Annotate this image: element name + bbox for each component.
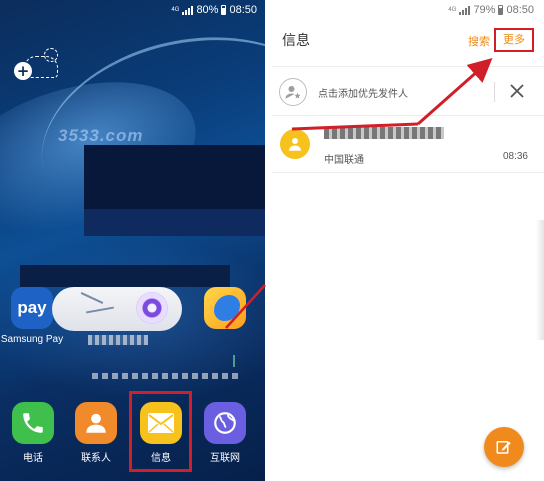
- messages-app: 4G 79% 08:50 信息 搜索 更多 点击添加优先发件人 中国联通 08:…: [272, 0, 544, 481]
- more-button[interactable]: 更多: [494, 28, 534, 52]
- app-bar: 信息 搜索 更多: [272, 20, 544, 60]
- globe-icon: [204, 402, 246, 444]
- redaction-bar: [84, 145, 265, 209]
- clock: 08:50: [506, 4, 534, 16]
- app-contacts[interactable]: 联系人: [66, 402, 126, 464]
- network-type: 4G: [171, 7, 180, 13]
- edge-panel-handle[interactable]: [536, 220, 544, 340]
- app-label: 电话: [23, 453, 43, 464]
- message-time: 08:36: [502, 151, 528, 162]
- compose-button[interactable]: [484, 427, 524, 467]
- page-indicator: [92, 373, 242, 379]
- battery-percent: 79%: [473, 4, 496, 16]
- clock-hand: [86, 306, 114, 314]
- signal-icon: [182, 5, 194, 15]
- app-label: 联系人: [81, 453, 111, 464]
- app-phone[interactable]: 电话: [3, 402, 63, 464]
- blurred-label: [88, 335, 148, 345]
- battery-percent: 80%: [196, 4, 219, 16]
- redaction-bar: [84, 209, 265, 236]
- page-title: 信息: [282, 33, 310, 49]
- divider: [494, 82, 495, 102]
- redaction-bar: [20, 265, 230, 287]
- status-bar: 4G 79% 08:50: [448, 3, 534, 17]
- app-icon-yellow[interactable]: [204, 287, 246, 329]
- app-internet[interactable]: 互联网: [195, 402, 255, 464]
- highlight-box: [129, 391, 192, 472]
- home-screen: 4G 80% 08:50 + 3533.com pay Samsung Pay: [0, 0, 265, 481]
- close-icon[interactable]: [506, 80, 528, 102]
- compose-icon: [496, 441, 511, 454]
- app-label: Samsung Pay: [0, 334, 64, 345]
- decorative-dots: [233, 355, 253, 367]
- conversation-item[interactable]: 中国联通 08:36: [272, 117, 544, 173]
- app-label: 互联网: [210, 453, 240, 464]
- signal-icon: [459, 5, 471, 15]
- clock-camera-widget[interactable]: [52, 287, 182, 331]
- blurred-preview: [324, 127, 444, 139]
- network-type: 4G: [448, 7, 457, 13]
- add-icon: +: [14, 62, 32, 80]
- weather-widget[interactable]: +: [12, 48, 64, 84]
- battery-icon: [221, 5, 227, 15]
- screenshot-root: 4G 80% 08:50 + 3533.com pay Samsung Pay: [0, 0, 544, 481]
- sender-name: 中国联通: [324, 155, 364, 166]
- camera-icon: [136, 292, 168, 324]
- priority-sender-row[interactable]: 点击添加优先发件人: [272, 66, 544, 116]
- phone-icon: [12, 402, 54, 444]
- sender-avatar-icon: [280, 129, 310, 159]
- watermark: 3533.com: [58, 126, 144, 145]
- contacts-icon: [75, 402, 117, 444]
- priority-sender-label: 点击添加优先发件人: [318, 89, 408, 100]
- status-bar: 4G 80% 08:50: [171, 3, 257, 17]
- samsung-pay-icon: pay: [11, 287, 53, 329]
- search-button[interactable]: 搜索: [468, 33, 490, 49]
- clock-hand: [80, 292, 104, 304]
- battery-icon: [498, 5, 504, 15]
- clock: 08:50: [229, 4, 257, 16]
- add-contact-icon: [279, 78, 307, 106]
